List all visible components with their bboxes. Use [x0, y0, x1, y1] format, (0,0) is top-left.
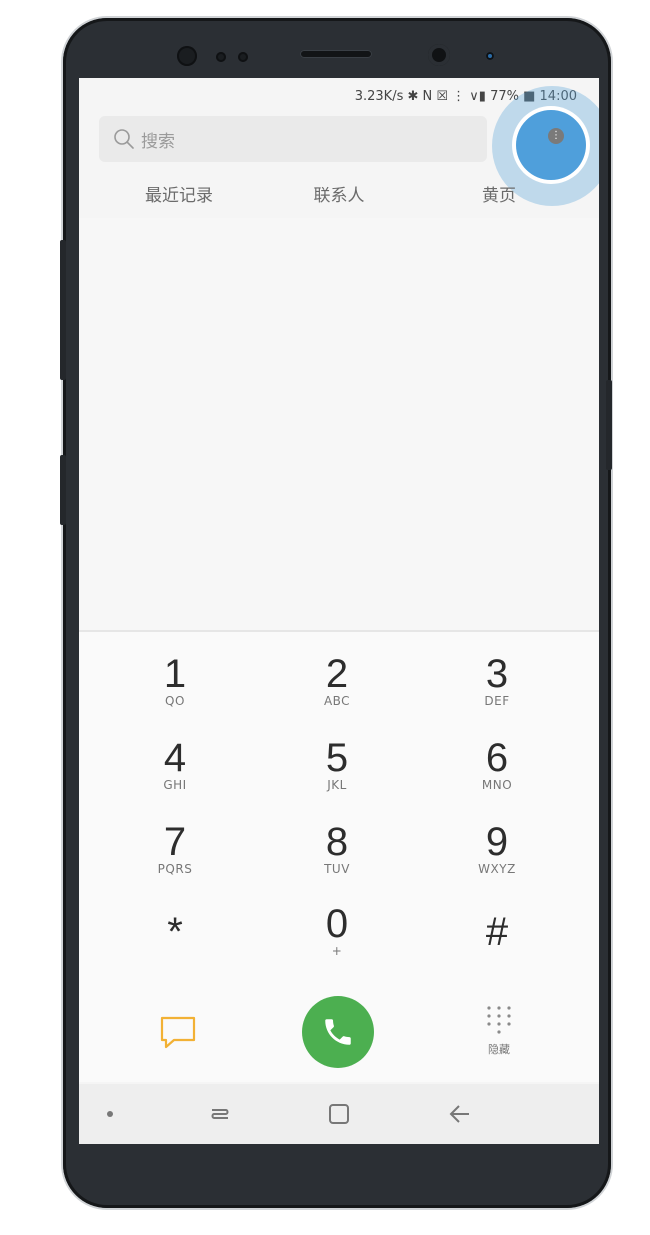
key-star[interactable]: * — [115, 910, 235, 954]
key-1[interactable]: 1 QO — [115, 652, 235, 708]
key-9[interactable]: 9 WXYZ — [437, 820, 557, 876]
search-icon — [114, 129, 134, 149]
key-letters: MNO — [481, 778, 513, 792]
key-0[interactable]: 0 + — [277, 902, 397, 958]
key-letters: ABC — [323, 694, 351, 708]
front-sensor — [177, 46, 197, 66]
volume-up-button — [60, 240, 66, 380]
tab-bar: 最近记录 联系人 黄页 — [99, 174, 579, 219]
phone-icon — [325, 1019, 351, 1045]
results-area — [79, 218, 599, 630]
nav-indicator-dot — [107, 1111, 113, 1117]
search-placeholder: 搜索 — [141, 131, 175, 152]
phone-screen: 3.23K/s ✱ N ☒ ⋮ ∨▮ 77% ■ 14:00 搜索 ⋮ 最近记录… — [79, 78, 599, 1144]
key-number: 3 — [485, 652, 509, 696]
front-sensor — [486, 52, 494, 60]
key-number: 9 — [485, 820, 509, 864]
earpiece-speaker — [300, 50, 372, 58]
tab-contacts[interactable]: 联系人 — [259, 174, 419, 218]
home-button-icon[interactable] — [326, 1101, 352, 1127]
key-letters: DEF — [484, 694, 510, 708]
key-2[interactable]: 2 ABC — [277, 652, 397, 708]
hide-label: 隐藏 — [488, 1043, 510, 1056]
key-letters: WXYZ — [478, 862, 516, 876]
key-number: 7 — [163, 820, 187, 864]
dialpad: 1 QO 2 ABC 3 DEF 4 GHI 5 JKL 6 MNO 7 PQR… — [79, 632, 599, 1082]
hide-keypad-button[interactable]: 隐藏 — [479, 1004, 519, 1057]
key-3[interactable]: 3 DEF — [437, 652, 557, 708]
key-4[interactable]: 4 GHI — [115, 736, 235, 792]
tab-recent[interactable]: 最近记录 — [99, 174, 259, 218]
key-number: 4 — [163, 736, 187, 780]
key-letters: GHI — [163, 778, 187, 792]
key-7[interactable]: 7 PQRS — [115, 820, 235, 876]
message-button[interactable] — [158, 1012, 198, 1052]
key-number: # — [485, 910, 509, 954]
key-6[interactable]: 6 MNO — [437, 736, 557, 792]
back-arrow-icon[interactable] — [445, 1102, 473, 1126]
key-letters: QO — [165, 694, 185, 708]
key-number: 8 — [325, 820, 349, 864]
key-letters: PQRS — [157, 862, 193, 876]
power-button — [606, 380, 612, 470]
key-number: 5 — [325, 736, 349, 780]
recent-apps-icon[interactable] — [206, 1102, 234, 1126]
call-button[interactable] — [302, 996, 374, 1068]
more-options-button[interactable]: ⋮ — [516, 110, 586, 180]
key-number: 1 — [163, 652, 187, 696]
key-number: 6 — [485, 736, 509, 780]
key-5[interactable]: 5 JKL — [277, 736, 397, 792]
key-number: 0 — [325, 902, 349, 946]
front-sensor — [238, 52, 248, 62]
more-icon: ⋮ — [548, 128, 564, 144]
key-letters: JKL — [327, 778, 347, 792]
front-sensor — [216, 52, 226, 62]
key-number: * — [167, 910, 183, 954]
search-input[interactable]: 搜索 — [99, 116, 487, 162]
key-hash[interactable]: # — [437, 910, 557, 954]
key-letters: TUV — [324, 862, 350, 876]
front-camera — [428, 44, 450, 66]
key-letters: + — [331, 944, 343, 958]
key-number: 2 — [325, 652, 349, 696]
volume-down-button — [60, 455, 66, 525]
keypad-grid-icon — [487, 1006, 511, 1034]
key-8[interactable]: 8 TUV — [277, 820, 397, 876]
navigation-bar — [79, 1084, 599, 1144]
tab-yellow-pages[interactable]: 黄页 — [419, 174, 579, 218]
